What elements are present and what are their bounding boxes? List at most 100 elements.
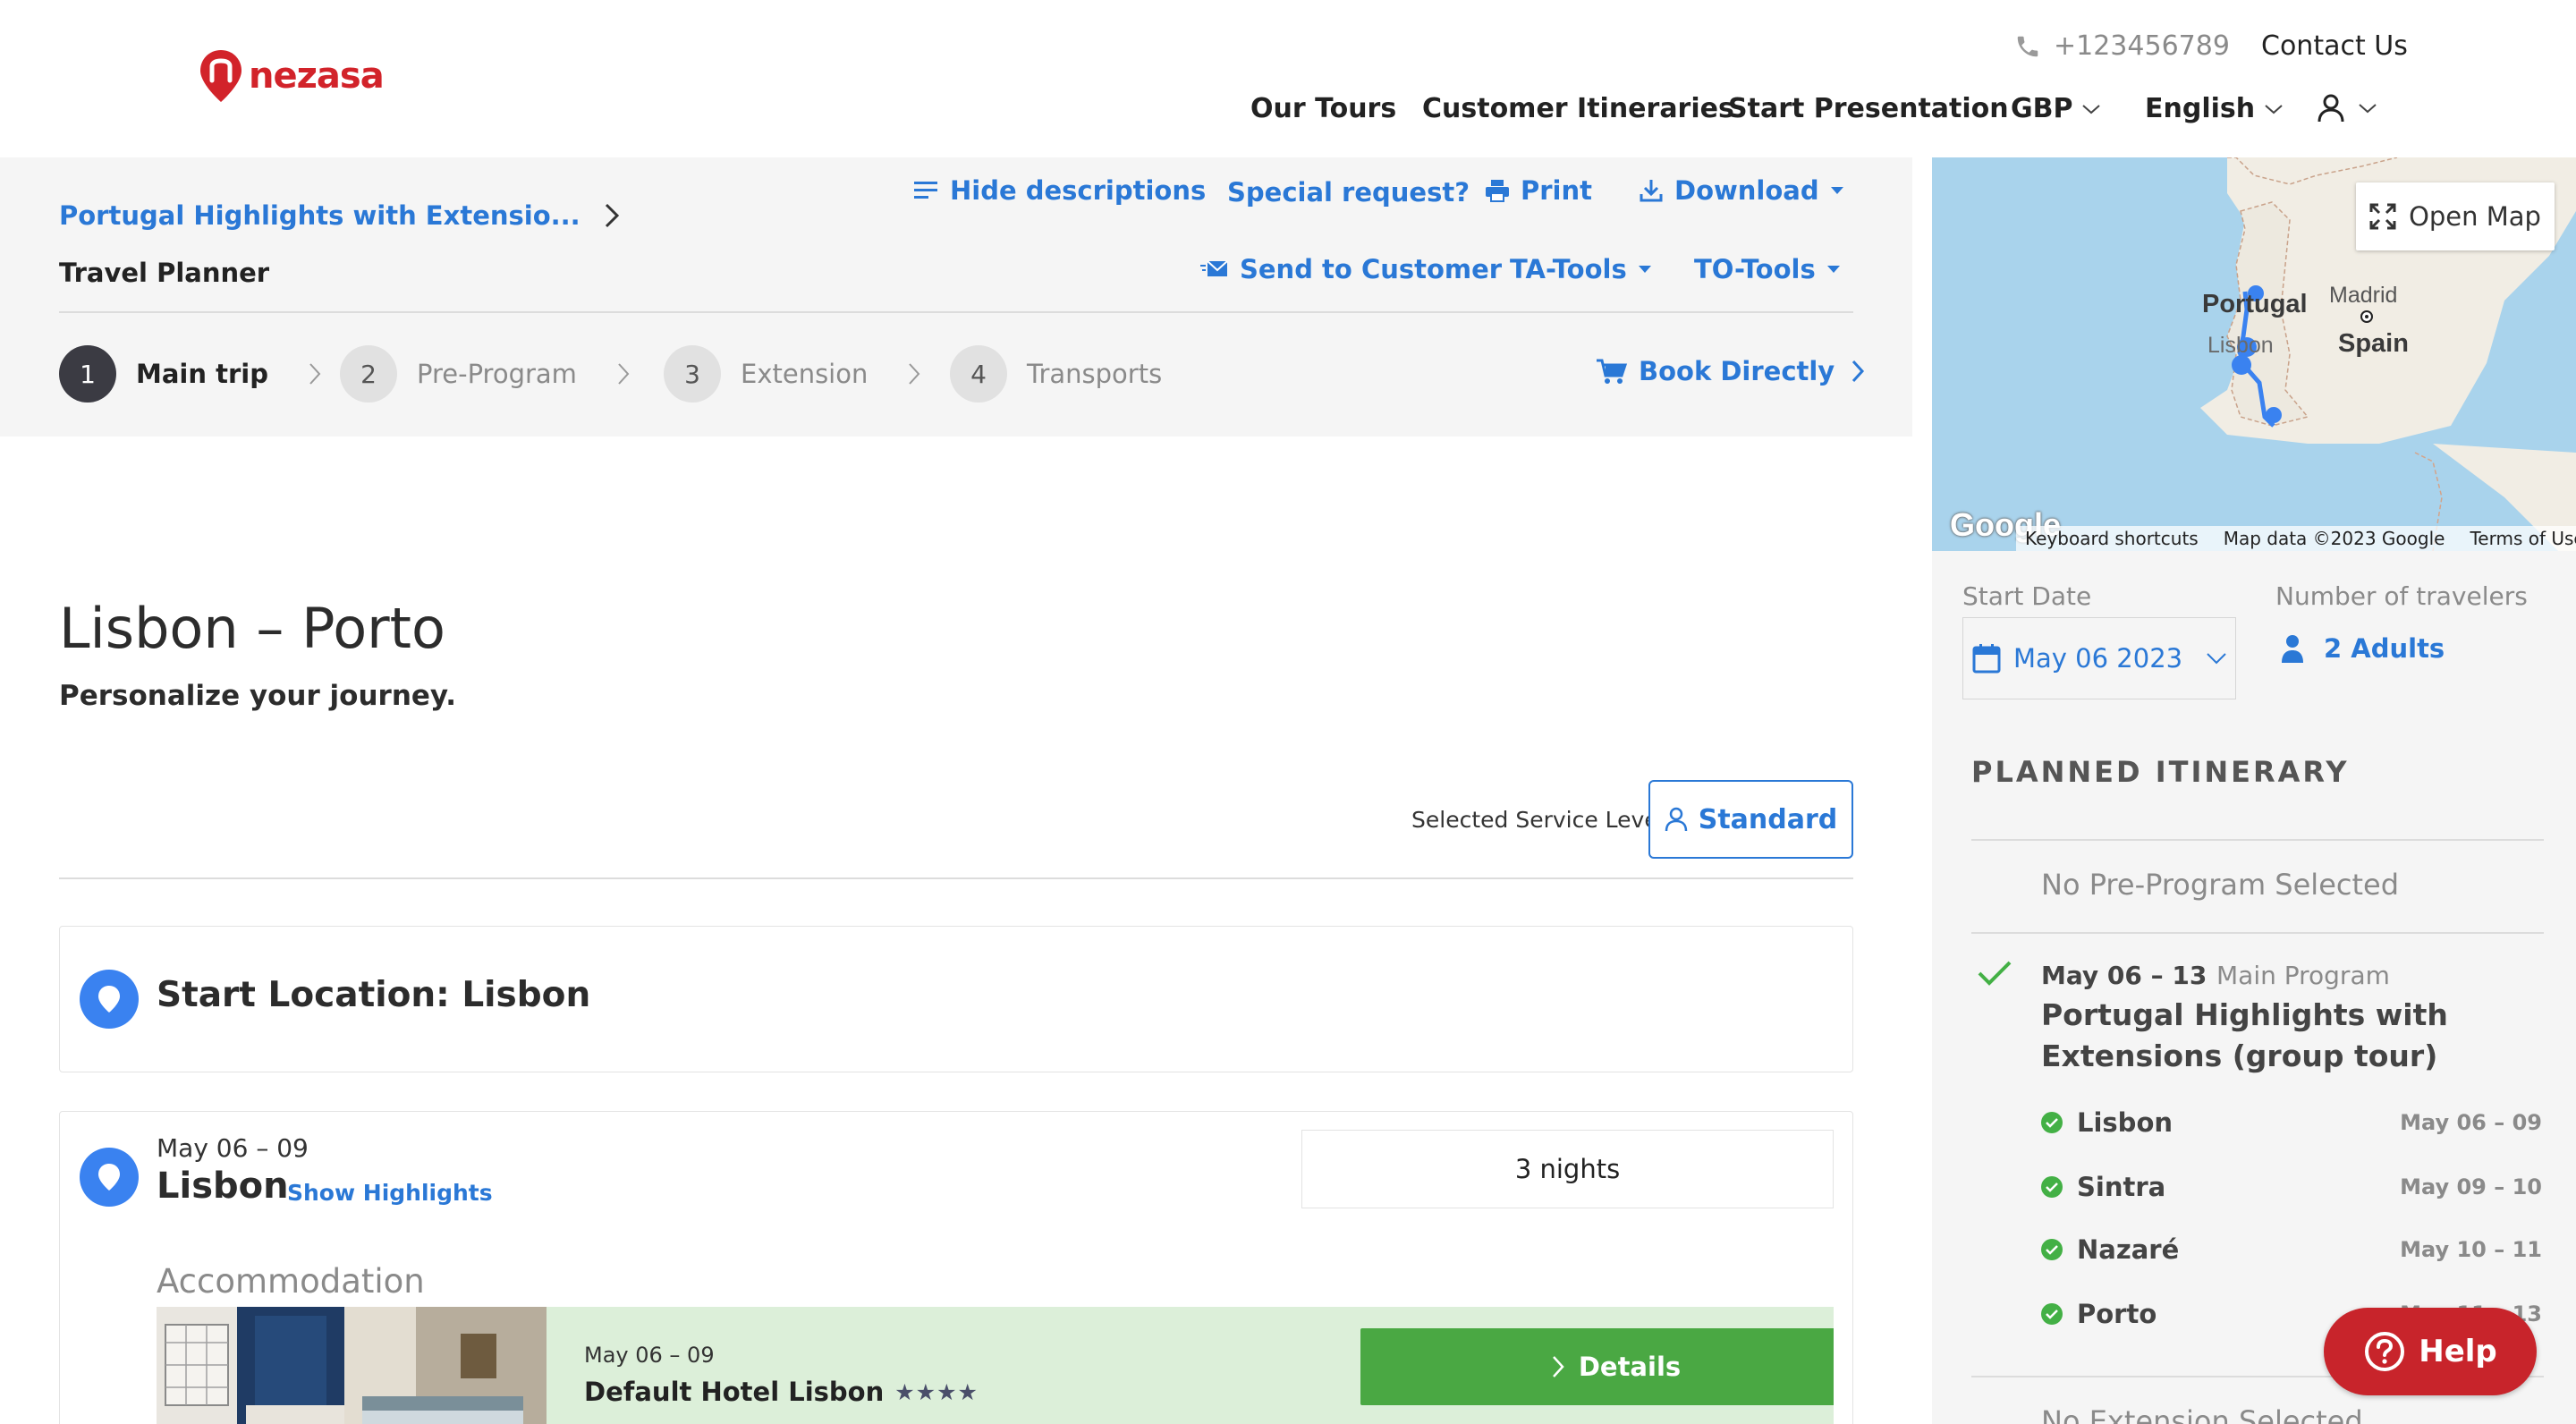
- page-subtitle: Personalize your journey.: [59, 680, 457, 712]
- no-extension: No Extension Selected: [2041, 1404, 2363, 1424]
- map-label-madrid: Madrid: [2329, 283, 2398, 308]
- list-icon: [914, 182, 937, 199]
- phone-icon: [2017, 36, 2038, 56]
- nav-start-presentation[interactable]: Start Presentation: [1728, 93, 2009, 124]
- show-highlights-link[interactable]: Show Highlights: [287, 1180, 493, 1206]
- to-tools-dropdown[interactable]: TO-Tools: [1694, 254, 1841, 284]
- user-icon: [2318, 94, 2344, 123]
- nights-selector[interactable]: 3 nights: [1301, 1130, 1834, 1208]
- open-map-button[interactable]: Open Map: [2356, 182, 2555, 250]
- phone-number: +123456789: [2054, 30, 2230, 62]
- download-dropdown[interactable]: Download: [1639, 175, 1844, 206]
- itinerary-sidebar: Portugal Madrid Spain Lisbon Open Map Go…: [1932, 157, 2576, 1424]
- hide-descriptions-button[interactable]: Hide descriptions: [914, 175, 1206, 206]
- map-label-portugal: Portugal: [2202, 290, 2308, 318]
- help-label: Help: [2419, 1334, 2497, 1369]
- planned-itinerary-title: PLANNED ITINERARY: [1971, 755, 2350, 789]
- check-circle-icon: [2041, 1239, 2063, 1260]
- download-label: Download: [1674, 175, 1819, 206]
- person-icon: [2282, 635, 2303, 663]
- help-icon: [2365, 1332, 2405, 1371]
- hide-descriptions-label: Hide descriptions: [950, 175, 1207, 206]
- currency-value: GBP: [2011, 93, 2073, 124]
- chevron-down-icon: [2265, 104, 2283, 114]
- stop-name: Porto: [2077, 1299, 2157, 1329]
- hotel-name-row: Default Hotel Lisbon ★★★★: [584, 1377, 979, 1407]
- route-map[interactable]: Portugal Madrid Spain Lisbon Open Map Go…: [1932, 157, 2576, 551]
- map-label-lisbon: Lisbon: [2207, 333, 2274, 358]
- stop-date: May 06 – 09: [2400, 1110, 2542, 1135]
- top-header: nezasa +123456789 Contact Us Our Tours C…: [0, 0, 2576, 157]
- book-directly-button[interactable]: Book Directly: [1596, 356, 1865, 386]
- main-program-dates: May 06 – 13: [2041, 961, 2207, 990]
- keyboard-shortcuts-link[interactable]: Keyboard shortcuts: [2025, 528, 2199, 549]
- to-tools-label: TO-Tools: [1694, 254, 1816, 284]
- stop-dates: May 06 – 09: [157, 1133, 309, 1163]
- stop-date: May 09 – 10: [2400, 1174, 2542, 1199]
- help-button[interactable]: Help: [2324, 1308, 2537, 1395]
- travelers-selector[interactable]: 2 Adults: [2281, 633, 2445, 664]
- hotel-name: Default Hotel Lisbon: [584, 1377, 885, 1407]
- chevron-down-icon: [2082, 104, 2101, 114]
- toolbar-divider: [59, 311, 1853, 313]
- nav-our-tours[interactable]: Our Tours: [1250, 93, 1396, 124]
- step-extension[interactable]: 3 Extension: [664, 345, 921, 403]
- send-to-customer-button[interactable]: Send to Customer: [1200, 254, 1502, 284]
- itinerary-stop[interactable]: Lisbon May 06 – 09: [2041, 1107, 2542, 1138]
- accommodation-label: Accommodation: [157, 1262, 425, 1301]
- check-circle-icon: [2041, 1303, 2063, 1325]
- nav-customer-itineraries[interactable]: Customer Itineraries: [1422, 93, 1734, 124]
- send-to-customer-label: Send to Customer: [1240, 254, 1503, 284]
- step-transports[interactable]: 4 Transports: [950, 345, 1162, 403]
- map-data-credit: Map data ©2023 Google: [2223, 528, 2445, 549]
- itinerary-stop[interactable]: Sintra May 09 – 10: [2041, 1172, 2542, 1202]
- content-divider: [59, 877, 1853, 879]
- chevron-right-icon: [605, 203, 619, 228]
- stop-date: May 10 – 11: [2400, 1237, 2542, 1262]
- stop-name: Lisbon: [2077, 1107, 2174, 1138]
- contact-us-link[interactable]: Contact Us: [2261, 30, 2408, 62]
- breadcrumb[interactable]: Portugal Highlights with Extensio...: [59, 200, 620, 231]
- start-date-value: May 06 2023: [2013, 643, 2183, 674]
- user-icon: [1665, 807, 1687, 832]
- chevron-right-icon: [909, 363, 920, 385]
- step-pre-program[interactable]: 2 Pre-Program: [340, 345, 631, 403]
- expand-icon: [2369, 203, 2396, 230]
- hotel-image: [157, 1307, 547, 1424]
- hotel-stars: ★★★★: [894, 1378, 979, 1405]
- start-date-picker[interactable]: May 06 2023: [1962, 617, 2236, 699]
- map-footer: Keyboard shortcuts Map data ©2023 Google…: [2016, 526, 2576, 551]
- planner-toolbar: Portugal Highlights with Extensio... Tra…: [0, 157, 1912, 437]
- terms-link[interactable]: Terms of Use: [2470, 528, 2576, 549]
- travel-planner-label: Travel Planner: [59, 258, 270, 288]
- special-request-link[interactable]: Special request?: [1227, 177, 1470, 208]
- language-value: English: [2145, 93, 2256, 124]
- travelers-value: 2 Adults: [2324, 633, 2445, 664]
- step-main-trip[interactable]: 1 Main trip: [59, 345, 322, 403]
- step-number: 1: [59, 345, 116, 403]
- step-number: 2: [340, 345, 397, 403]
- language-dropdown[interactable]: English: [2145, 93, 2284, 124]
- ta-tools-label: TA-Tools: [1510, 254, 1627, 284]
- stop-card-lisbon: May 06 – 09 Lisbon Show Highlights 3 nig…: [59, 1111, 1853, 1424]
- phone-link[interactable]: +123456789: [2014, 30, 2230, 62]
- caret-down-icon: [1826, 266, 1840, 273]
- logo[interactable]: nezasa: [199, 48, 385, 104]
- hotel-details-button[interactable]: Details: [1360, 1328, 1834, 1405]
- itinerary-stop[interactable]: Nazaré May 10 – 11: [2041, 1234, 2542, 1265]
- currency-dropdown[interactable]: GBP: [2011, 93, 2101, 124]
- caret-down-icon: [1638, 266, 1651, 273]
- details-label: Details: [1578, 1352, 1682, 1382]
- ta-tools-dropdown[interactable]: TA-Tools: [1510, 254, 1652, 284]
- user-menu[interactable]: [2317, 93, 2377, 123]
- chevron-right-icon: [1852, 360, 1865, 383]
- chevron-right-icon: [1552, 1356, 1564, 1377]
- main-program-name[interactable]: Portugal Highlights with Extensions (gro…: [2041, 995, 2524, 1077]
- book-directly-label: Book Directly: [1639, 356, 1835, 386]
- stop-name: Nazaré: [2077, 1234, 2180, 1265]
- print-button[interactable]: Print: [1485, 175, 1592, 206]
- service-level-button[interactable]: Standard: [1648, 780, 1853, 859]
- stop-name: Lisbon: [157, 1165, 289, 1207]
- location-pin-icon: [80, 1148, 139, 1207]
- check-circle-icon: [2041, 1176, 2063, 1198]
